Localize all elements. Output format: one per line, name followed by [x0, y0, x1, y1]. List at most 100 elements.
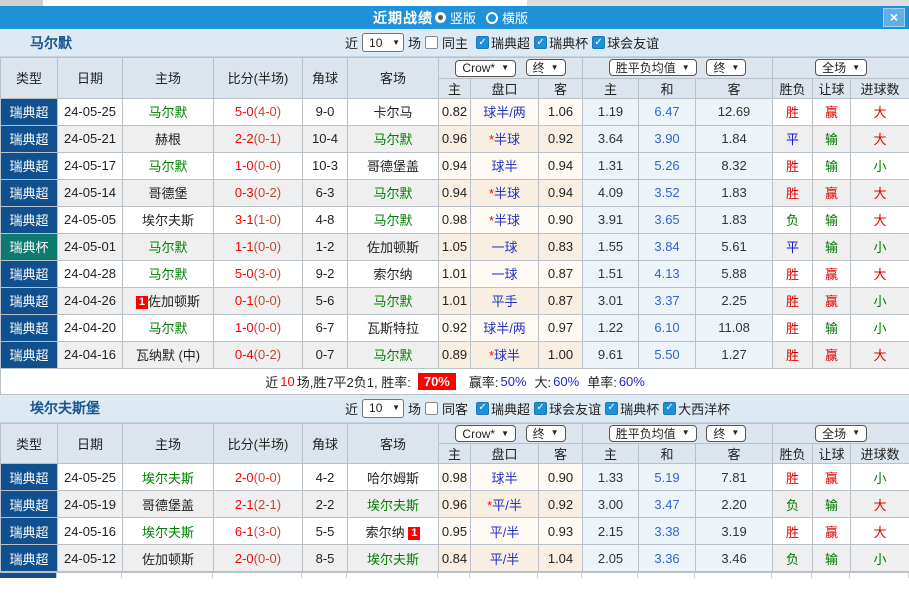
partial-cell — [57, 573, 122, 578]
full-match-select[interactable]: 全场▼ — [815, 59, 867, 76]
mean-win-cell: 1.33 — [583, 464, 639, 491]
final-mean-select[interactable]: 终▼ — [706, 425, 746, 442]
corner-cell: 1-2 — [303, 233, 348, 260]
league-checkbox-group: ✓瑞典超✓球会友谊✓瑞典杯✓大西洋杯 — [472, 398, 730, 418]
league-checkbox[interactable]: ✓ — [534, 402, 547, 415]
league-cell: 瑞典超 — [1, 98, 58, 125]
mean-draw-cell: 6.10 — [639, 314, 696, 341]
league-checkbox[interactable]: ✓ — [663, 402, 676, 415]
league-label: 瑞典杯 — [549, 33, 588, 52]
col-handicap: 盘口 — [471, 444, 539, 464]
score-cell: 0-4(0-2) — [214, 341, 303, 368]
chevron-down-icon: ▼ — [731, 429, 739, 437]
final-mean-select[interactable]: 终▼ — [706, 59, 746, 76]
score-cell: 1-0(0-0) — [214, 314, 303, 341]
odds-away-cell: 1.00 — [539, 341, 583, 368]
mean-win-cell: 9.61 — [583, 341, 639, 368]
league-checkbox[interactable]: ✓ — [592, 36, 605, 49]
filter-bar: 近 10 ▼ 场 同主 ✓瑞典超✓瑞典杯✓球会友谊 — [345, 29, 659, 56]
mean-odds-select[interactable]: 胜平负均值▼ — [609, 425, 697, 442]
corner-cell: 8-5 — [303, 545, 348, 572]
league-cell: 瑞典超 — [1, 314, 58, 341]
match-count-select[interactable]: 10 ▼ — [362, 33, 404, 52]
league-cell: 瑞典超 — [1, 152, 58, 179]
table-row: 瑞典超24-05-05埃尔夫斯3-1(1-0)4-8马尔默0.98*半球0.90… — [1, 206, 909, 233]
final-value: 终 — [533, 425, 545, 442]
portrait-radio[interactable] — [435, 12, 446, 23]
league-checkbox[interactable]: ✓ — [476, 36, 489, 49]
final-odds-select[interactable]: 终▼ — [526, 59, 566, 76]
mean-lose-cell: 3.19 — [696, 518, 773, 545]
away-team-cell: 索尔纳 1 — [348, 518, 439, 545]
col-goals: 进球数 — [851, 78, 909, 98]
same-away-checkbox[interactable] — [425, 402, 438, 415]
goals-cell: 大 — [851, 491, 909, 518]
mean-draw-cell: 6.47 — [639, 98, 696, 125]
home-team-cell: 瓦纳默 (中) — [123, 341, 214, 368]
partial-cell — [347, 573, 438, 578]
col-type: 类型 — [1, 423, 58, 464]
wdl-cell: 胜 — [773, 287, 813, 314]
match-count-select[interactable]: 10 ▼ — [362, 399, 404, 418]
league-checkbox[interactable]: ✓ — [605, 402, 618, 415]
title-bar: 近期战绩 竖版 横版 × — [0, 6, 909, 29]
odds-home-cell: 0.98 — [439, 206, 471, 233]
bookmaker-select[interactable]: Crow*▼ — [455, 425, 516, 442]
red-card-badge: 1 — [136, 296, 148, 309]
odds-home-cell: 0.89 — [439, 341, 471, 368]
odds-away-cell: 0.94 — [539, 179, 583, 206]
mean-win-cell: 1.19 — [583, 98, 639, 125]
home-team-cell: 埃尔夫斯 — [123, 464, 214, 491]
home-team-cell: 哥德堡 — [123, 179, 214, 206]
same-home-checkbox[interactable] — [425, 36, 438, 49]
league-checkbox[interactable]: ✓ — [534, 36, 547, 49]
goals-cell: 小 — [851, 233, 909, 260]
bookmaker-select[interactable]: Crow*▼ — [455, 60, 516, 77]
league-label: 瑞典杯 — [620, 399, 659, 418]
date-cell: 24-05-16 — [58, 518, 123, 545]
corner-cell: 6-3 — [303, 179, 348, 206]
mean-win-cell: 3.00 — [583, 491, 639, 518]
league-checkbox[interactable]: ✓ — [476, 402, 489, 415]
wdl-cell: 负 — [773, 491, 813, 518]
games-label: 场 — [408, 33, 421, 52]
mean-draw-cell: 5.26 — [639, 152, 696, 179]
away-team-cell: 埃尔夫斯 — [348, 491, 439, 518]
mean-lose-cell: 12.69 — [696, 98, 773, 125]
handicap-result-cell: 赢 — [813, 179, 851, 206]
handicap-result-cell: 输 — [813, 491, 851, 518]
partial-cell — [638, 573, 695, 578]
handicap-cell: 平手 — [471, 287, 539, 314]
odds-away-cell: 1.06 — [539, 98, 583, 125]
odds-home-cell: 1.05 — [439, 233, 471, 260]
mean-lose-cell: 1.84 — [696, 125, 773, 152]
table-row: 瑞典超24-05-16埃尔夫斯6-1(3-0)5-5索尔纳 10.95平/半0.… — [1, 518, 909, 545]
near-label: 近 — [345, 399, 358, 418]
away-team-cell: 哥德堡盖 — [348, 152, 439, 179]
col-away: 客场 — [348, 423, 439, 464]
league-cell: 瑞典超 — [1, 491, 58, 518]
date-cell: 24-04-28 — [58, 260, 123, 287]
corner-cell: 5-5 — [303, 518, 348, 545]
col-let-goal: 让球 — [813, 444, 851, 464]
table-row: 瑞典超24-05-14哥德堡0-3(0-2)6-3马尔默0.94*半球0.944… — [1, 179, 909, 206]
mean-odds-select[interactable]: 胜平负均值▼ — [609, 59, 697, 76]
away-team-cell: 马尔默 — [348, 341, 439, 368]
odds-home-cell: 0.82 — [439, 98, 471, 125]
corner-cell: 9-0 — [303, 98, 348, 125]
final-odds-select[interactable]: 终▼ — [526, 425, 566, 442]
col-wdl: 胜负 — [773, 444, 813, 464]
same-home-label: 同主 — [442, 33, 468, 52]
partial-cell — [470, 573, 538, 578]
close-icon[interactable]: × — [883, 8, 905, 27]
landscape-radio[interactable] — [486, 12, 498, 24]
summary-row: 近10场,胜7平2负1, 胜率: 70% 赢率:50% 大:60% 单率:60% — [1, 368, 909, 394]
handicap-result-cell: 输 — [813, 545, 851, 572]
odds-away-cell: 0.87 — [539, 260, 583, 287]
odds-home-cell: 0.84 — [439, 545, 471, 572]
away-team-cell: 索尔纳 — [348, 260, 439, 287]
malmo-matches-table: 类型 日期 主场 比分(半场) 角球 客场 Crow*▼ 终▼ 胜平负均值▼ 终… — [0, 57, 909, 395]
wdl-cell: 平 — [773, 233, 813, 260]
full-match-select[interactable]: 全场▼ — [815, 425, 867, 442]
score-cell: 5-0(4-0) — [214, 98, 303, 125]
